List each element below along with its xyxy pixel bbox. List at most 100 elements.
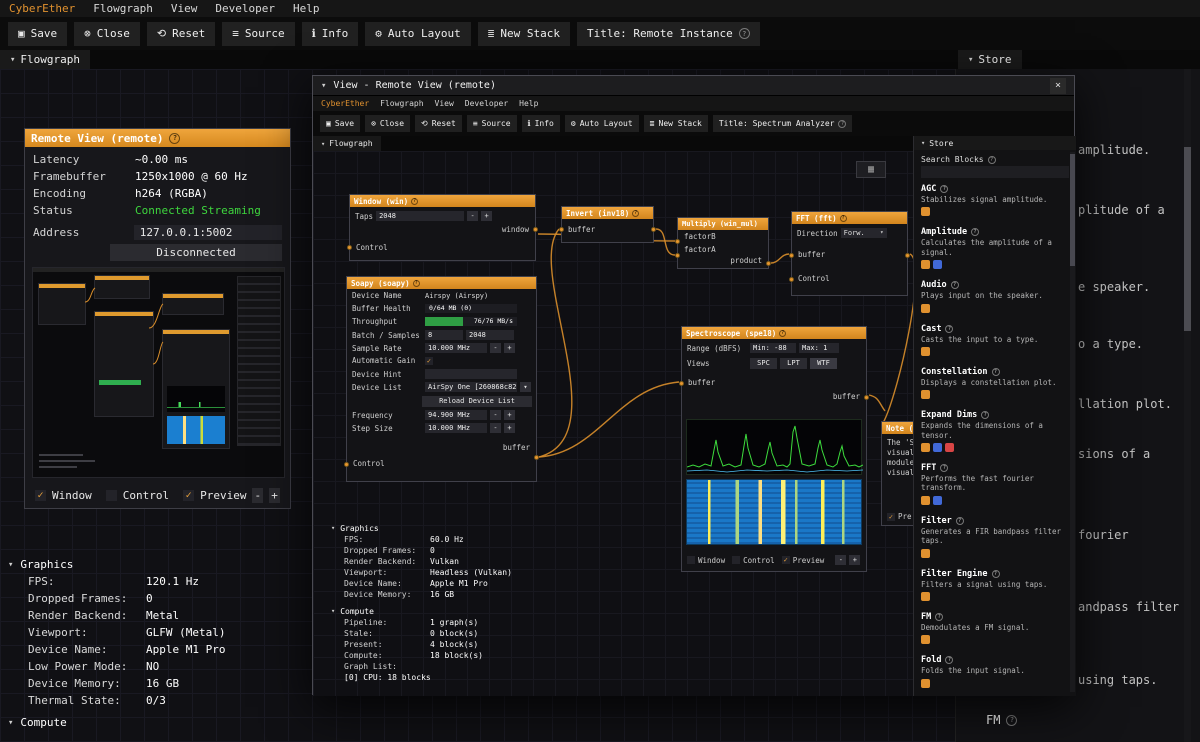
reload-device-list-button[interactable]: Reload Device List	[422, 396, 532, 407]
auto-gain-checkbox[interactable]: ✓	[425, 356, 433, 365]
window-checkbox[interactable]	[687, 556, 695, 564]
output-port[interactable]	[766, 261, 771, 266]
output-port[interactable]	[533, 227, 538, 232]
direction-dropdown[interactable]: Forw. ▾	[840, 228, 887, 238]
freq-plus-button[interactable]: +	[504, 410, 515, 420]
source-button[interactable]: ≡ Source	[222, 21, 295, 46]
window-titlebar[interactable]: ▾ View - Remote View (remote) ×	[313, 76, 1074, 96]
input-port[interactable]	[679, 381, 684, 386]
preview-checkbox[interactable]: ✓	[183, 489, 195, 501]
device-hint-input[interactable]	[425, 369, 517, 379]
rate-plus-button[interactable]: +	[504, 343, 515, 353]
store-item-fold[interactable]: Fold? Folds the input signal.	[921, 655, 1069, 690]
menu-view[interactable]: View	[171, 2, 198, 15]
scale-minus-button[interactable]: -	[252, 487, 264, 503]
compute-section-header[interactable]: ▾ Compute	[331, 605, 512, 617]
save-button[interactable]: ▣ Save	[8, 21, 68, 46]
store-item-agc[interactable]: AGC? Stabilizes signal amplitude.	[921, 184, 1069, 219]
step-minus-button[interactable]: -	[490, 423, 501, 433]
control-port[interactable]	[344, 462, 349, 467]
preview-checkbox[interactable]: ✓	[887, 512, 895, 521]
menu-developer[interactable]: Developer	[215, 2, 275, 15]
auto-layout-button[interactable]: ⚙ Auto Layout	[365, 21, 471, 46]
window-checkbox[interactable]: ✓	[35, 489, 46, 501]
reset-button[interactable]: ⟲ Reset	[146, 21, 216, 46]
menu-help[interactable]: Help	[293, 2, 320, 15]
store-item-constellation[interactable]: Constellation? Displays a constellation …	[921, 367, 1069, 402]
input-port[interactable]	[675, 239, 680, 244]
window-block[interactable]: Window (win)? Taps 2048 - + window Contr…	[347, 194, 538, 261]
scale-plus-button[interactable]: +	[849, 555, 861, 565]
remote-view-block[interactable]: Remote View (remote)? Latency ~0.00 ms Fr…	[24, 128, 291, 509]
menu-developer[interactable]: Developer	[465, 99, 508, 108]
block-header[interactable]: Spectroscope (spe18)?	[682, 327, 866, 339]
disconnect-button[interactable]: Disconnected	[110, 244, 282, 261]
scale-minus-button[interactable]: -	[835, 555, 847, 565]
taps-plus-button[interactable]: +	[481, 211, 493, 221]
store-item-expand-dims[interactable]: Expand Dims? Expands the dimensions of a…	[921, 410, 1069, 455]
address-input[interactable]: 127.0.0.1:5002	[133, 225, 282, 240]
store-item-audio[interactable]: Audio? Plays input on the speaker.	[921, 280, 1069, 315]
store-item-fm[interactable]: FM?	[986, 713, 1018, 727]
store-scrollbar[interactable]	[1070, 152, 1075, 692]
tab-flowgraph[interactable]: ▾ Flowgraph	[313, 136, 381, 151]
output-port[interactable]	[905, 253, 910, 258]
input-port[interactable]	[675, 253, 680, 258]
output-port[interactable]	[534, 455, 539, 460]
multiply-block[interactable]: Multiply (win_mul) factorB factorA produ…	[675, 217, 771, 269]
block-header[interactable]: Note (n	[882, 422, 913, 434]
save-button[interactable]: ▣ Save	[320, 115, 361, 132]
range-max-input[interactable]: Max: 1	[799, 343, 839, 353]
reset-button[interactable]: ⟲ Reset	[415, 115, 462, 132]
remote-view-header[interactable]: Remote View (remote)?	[25, 129, 290, 147]
window-close-button[interactable]: ×	[1050, 77, 1066, 94]
block-header[interactable]: FFT (fft)?	[792, 212, 907, 224]
block-header[interactable]: Window (win)?	[350, 195, 535, 207]
store-item-filter[interactable]: Filter? Generates a FIR bandpass filter …	[921, 516, 1069, 561]
samples-input[interactable]: 2048	[466, 330, 514, 340]
taps-minus-button[interactable]: -	[467, 211, 479, 221]
scale-plus-button[interactable]: +	[269, 487, 280, 503]
block-header[interactable]: Soapy (soapy)?	[347, 277, 536, 289]
scrollbar-thumb[interactable]	[1070, 154, 1075, 266]
source-button[interactable]: ≡ Source	[466, 115, 517, 132]
control-checkbox[interactable]	[732, 556, 741, 564]
store-item-fft[interactable]: FFT? Performs the fast fourier transform…	[921, 463, 1069, 508]
input-port[interactable]	[789, 253, 794, 258]
rate-minus-button[interactable]: -	[490, 343, 501, 353]
graphics-section-header[interactable]: ▾ Graphics	[8, 556, 225, 573]
menu-flowgraph[interactable]: Flowgraph	[380, 99, 423, 108]
new-stack-button[interactable]: ≣ New Stack	[643, 115, 708, 132]
input-port[interactable]	[559, 227, 564, 232]
inner-flowgraph-canvas[interactable]: ▦ Window (win)? Taps 2048 - + window Con…	[313, 151, 913, 696]
store-item-amplitude[interactable]: Amplitude? Calculates the amplitude of a…	[921, 227, 1069, 272]
block-header[interactable]: Invert (inv18)?	[562, 207, 653, 219]
remote-view-window[interactable]: ▾ View - Remote View (remote) × CyberEth…	[312, 75, 1076, 696]
compute-section-header[interactable]: ▾ Compute	[8, 714, 67, 731]
view-wtf-button[interactable]: WTF	[810, 358, 837, 369]
taps-input[interactable]: 2048	[376, 211, 465, 221]
store-item-fm[interactable]: FM? Demodulates a FM signal.	[921, 612, 1069, 647]
step-plus-button[interactable]: +	[504, 423, 515, 433]
new-stack-button[interactable]: ≣ New Stack	[477, 21, 570, 46]
close-button[interactable]: ⊗ Close	[74, 21, 140, 46]
waterfall-plot[interactable]	[686, 479, 862, 545]
spectroscope-block[interactable]: Spectroscope (spe18)? Range (dBFS) Min: …	[679, 326, 869, 572]
menu-flowgraph[interactable]: Flowgraph	[93, 2, 153, 15]
block-header[interactable]: Multiply (win_mul)	[678, 218, 768, 230]
menu-help[interactable]: Help	[519, 99, 538, 108]
store-scrollbar[interactable]	[1184, 69, 1191, 742]
output-port[interactable]	[864, 395, 869, 400]
control-port[interactable]	[347, 245, 352, 250]
title-button[interactable]: Title: Spectrum Analyzer?	[712, 115, 853, 132]
tab-flowgraph[interactable]: ▾ Flowgraph	[0, 50, 91, 69]
minimap-button[interactable]: ▦	[856, 161, 886, 178]
auto-layout-button[interactable]: ⚙ Auto Layout	[564, 115, 639, 132]
batch-input[interactable]: 8	[425, 330, 463, 340]
device-list-dropdown[interactable]: AirSpy One [260868c82a324	[425, 382, 517, 392]
store-item-filter-engine[interactable]: Filter Engine? Filters a signal using ta…	[921, 569, 1069, 604]
view-lpt-button[interactable]: LPT	[780, 358, 807, 369]
scrollbar-thumb[interactable]	[1184, 147, 1191, 331]
remote-preview[interactable]	[32, 267, 285, 478]
tab-store[interactable]: ▾ Store	[958, 50, 1022, 69]
